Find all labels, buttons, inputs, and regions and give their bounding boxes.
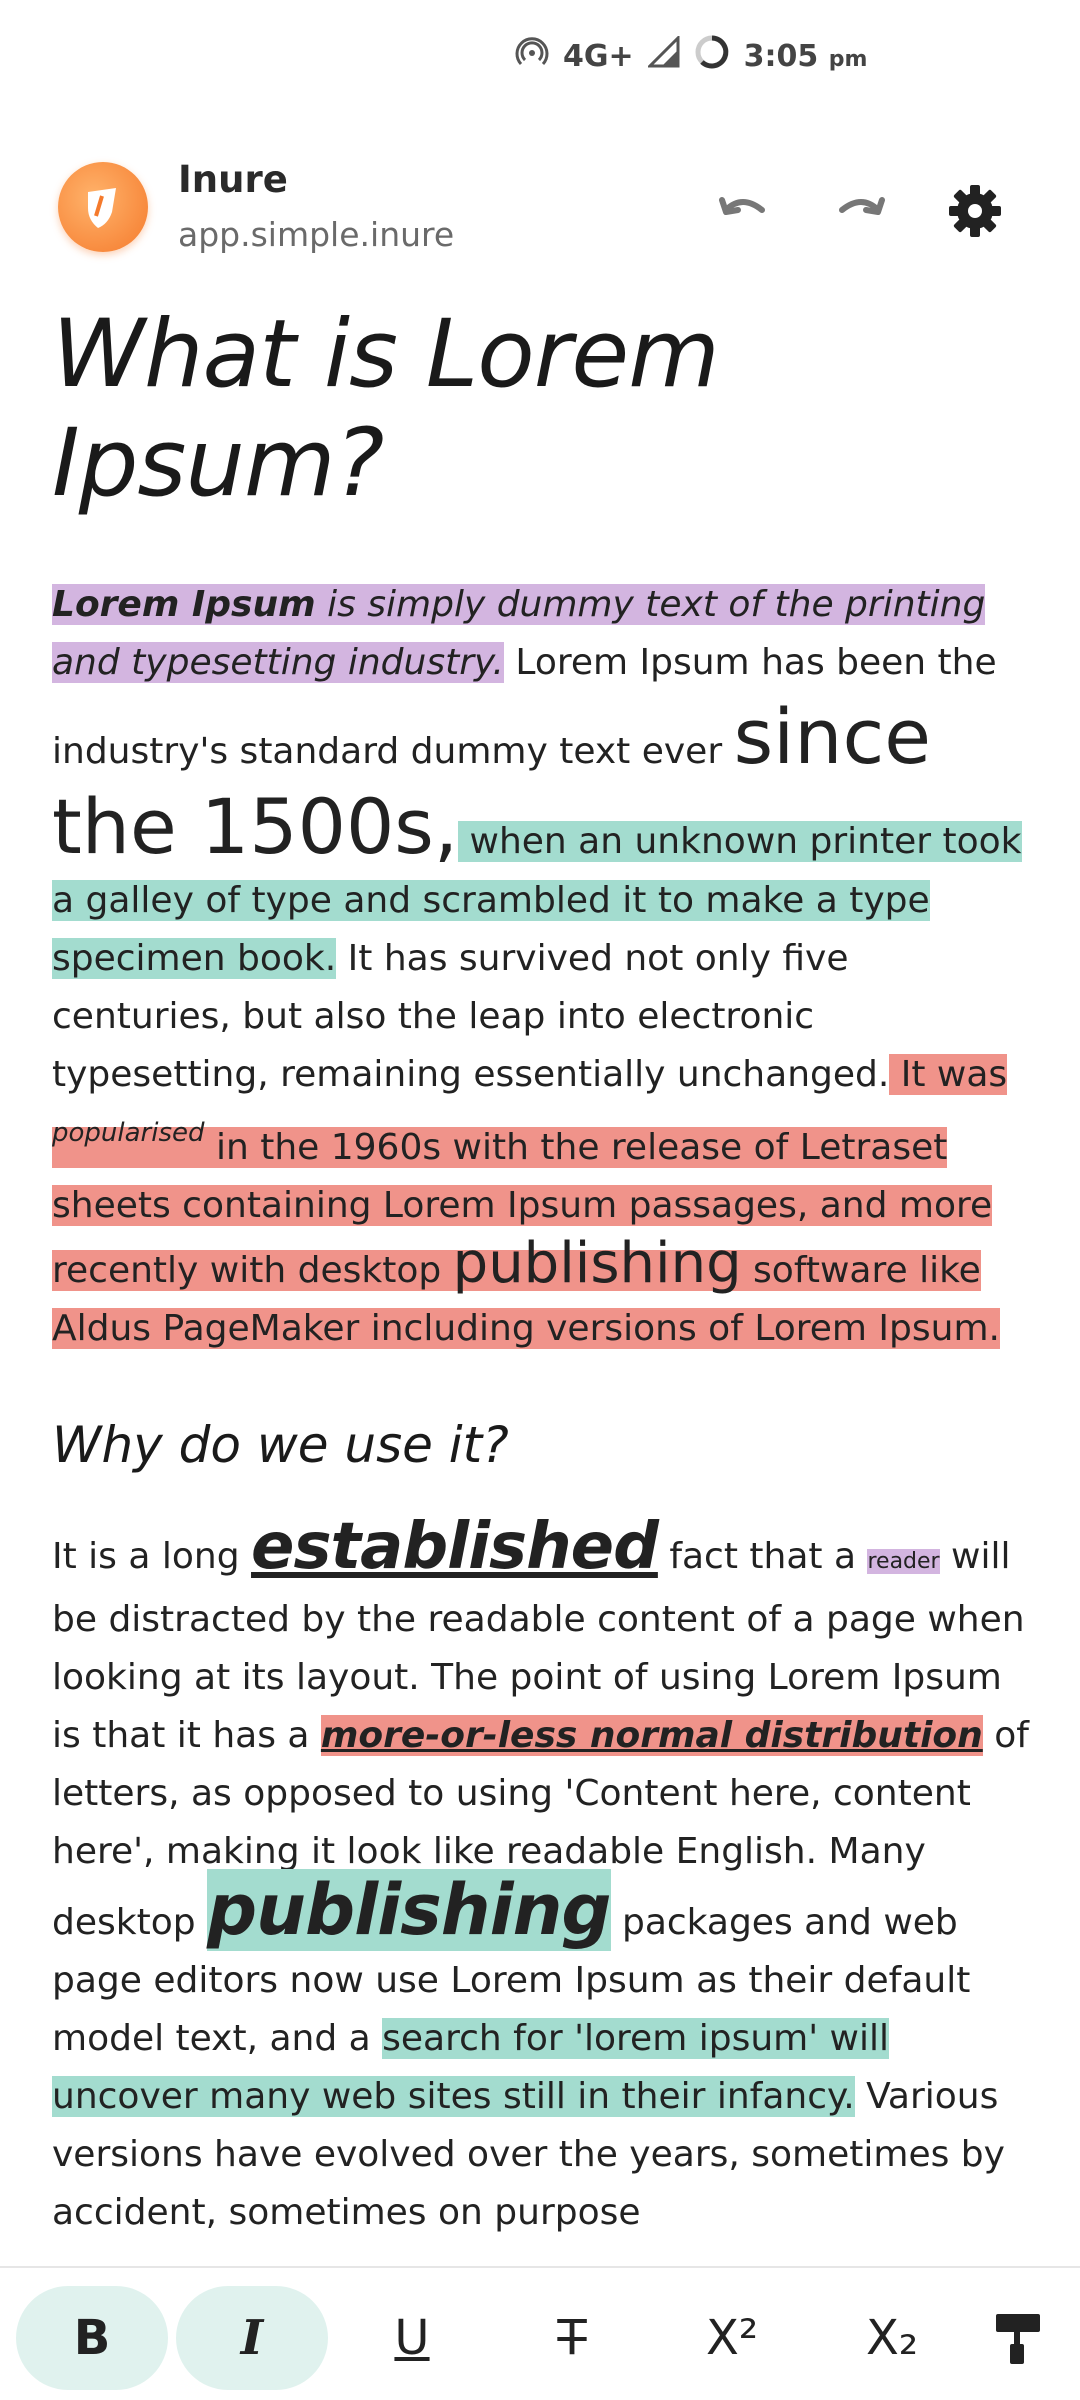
highlight-red: It was popularised in the 1960s with the… [52, 1054, 1008, 1349]
app-name: Inure [178, 158, 288, 201]
formatting-toolbar: B I U T X² X₂ [0, 2266, 1080, 2400]
settings-icon [949, 185, 1001, 237]
document-title: What is Lorem Ipsum? [52, 300, 720, 518]
highlight-teal-large: publishing [207, 1869, 612, 1951]
underline-button[interactable]: U [336, 2286, 488, 2390]
format-painter-button[interactable] [990, 2286, 1080, 2390]
editor-content[interactable]: What is Lorem Ipsum? Lorem Ipsum is simp… [52, 300, 1032, 2242]
undo-icon [719, 197, 765, 215]
strikethrough-button[interactable]: T [496, 2286, 648, 2390]
bold-button[interactable]: B [16, 2286, 168, 2390]
hotspot-icon [515, 35, 549, 77]
app-header: Inure app.simple.inure [0, 150, 1080, 270]
redo-icon [839, 197, 885, 215]
highlight-red-underlined: more-or-less normal distribution [320, 1715, 983, 1756]
undo-button[interactable] [712, 180, 774, 242]
paragraph-1: Lorem Ipsum is simply dummy text of the … [52, 584, 1022, 1349]
paragraph-2: It is a long established fact that a rea… [52, 1510, 1029, 2233]
redo-button[interactable] [830, 180, 892, 242]
app-package: app.simple.inure [178, 215, 455, 254]
subscript-button[interactable]: X₂ [816, 2286, 968, 2390]
settings-button[interactable] [944, 180, 1006, 242]
heading-2: Why do we use it? [52, 1416, 509, 1474]
clock: 3:05 pm [743, 38, 868, 74]
status-bar: 4G+ 3:05 pm [0, 0, 1080, 110]
italic-button[interactable]: I [176, 2286, 328, 2390]
highlight-purple-small: reader [867, 1549, 940, 1574]
format-painter-icon [996, 2314, 1040, 2364]
signal-icon [646, 34, 680, 76]
battery-icon [694, 34, 730, 78]
network-type: 4G+ [563, 38, 634, 74]
superscript-button[interactable]: X² [656, 2286, 808, 2390]
app-logo-icon [58, 162, 148, 252]
styled-word-established: established [251, 1510, 659, 1584]
